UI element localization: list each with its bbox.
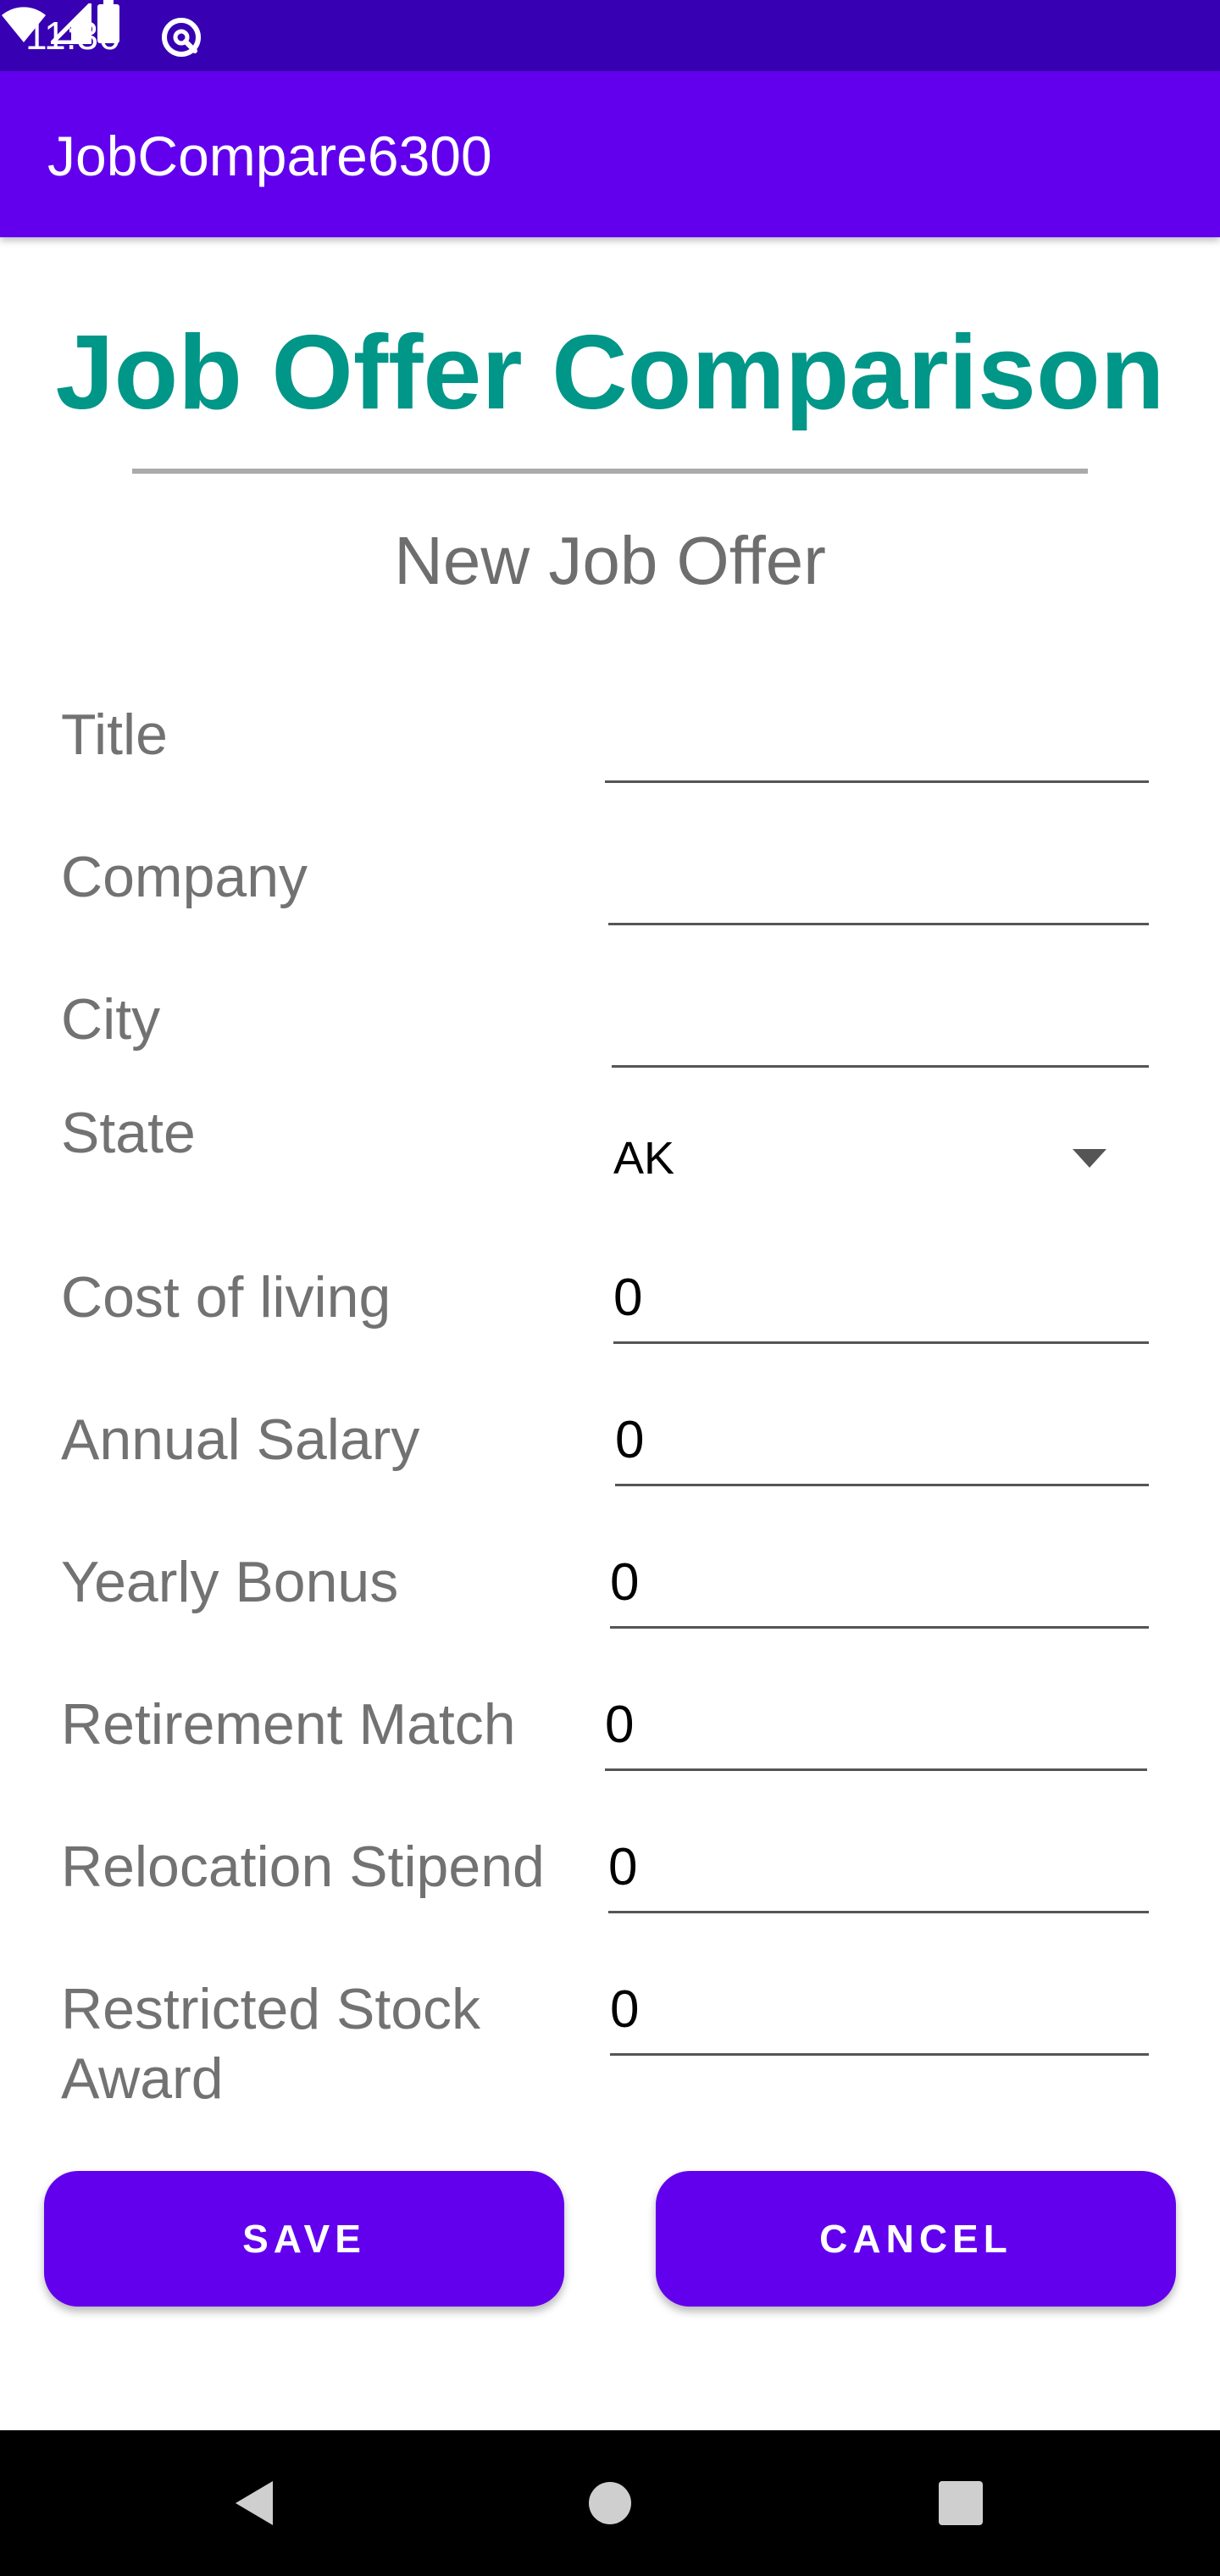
city-label: City [61,987,161,1052]
restricted-stock-label: Restricted Stock Award [61,1974,480,2113]
title-divider [132,469,1088,474]
company-input[interactable] [608,841,1149,925]
app-bar: JobCompare6300 [0,71,1220,237]
home-icon[interactable] [576,2469,644,2537]
restricted-stock-label-line1: Restricted Stock [61,1977,481,2041]
dropdown-arrow-icon [1073,1149,1106,1168]
title-label: Title [61,702,168,767]
at-sign-icon [162,18,201,57]
company-label: Company [61,845,308,909]
retirement-match-input[interactable] [605,1686,1147,1771]
restricted-stock-label-line2: Award [61,2046,224,2111]
cost-of-living-label: Cost of living [61,1265,391,1330]
cost-of-living-input[interactable] [613,1259,1149,1344]
back-icon[interactable] [220,2469,288,2537]
save-button[interactable]: SAVE [44,2171,564,2307]
state-dropdown[interactable]: AK [613,1115,1149,1208]
title-input[interactable] [605,698,1149,783]
annual-salary-input[interactable] [615,1402,1149,1486]
system-nav-bar [0,2430,1220,2576]
yearly-bonus-input[interactable] [610,1544,1149,1629]
retirement-match-label: Retirement Match [61,1692,516,1757]
state-selected-value: AK [613,1133,675,1184]
status-bar: 11:36 [0,0,1220,71]
page-title: Job Offer Comparison [55,314,1165,431]
city-input[interactable] [612,983,1149,1068]
cancel-button[interactable]: CANCEL [656,2171,1176,2307]
app-title: JobCompare6300 [47,125,492,187]
relocation-stipend-label: Relocation Stipend [61,1835,545,1899]
yearly-bonus-label: Yearly Bonus [61,1550,399,1614]
recents-icon[interactable] [927,2469,995,2537]
restricted-stock-input[interactable] [610,1971,1149,2056]
section-title: New Job Offer [394,523,826,598]
status-time: 11:36 [25,14,120,58]
state-label: State [61,1101,196,1165]
annual-salary-label: Annual Salary [61,1407,420,1472]
relocation-stipend-input[interactable] [608,1829,1149,1913]
